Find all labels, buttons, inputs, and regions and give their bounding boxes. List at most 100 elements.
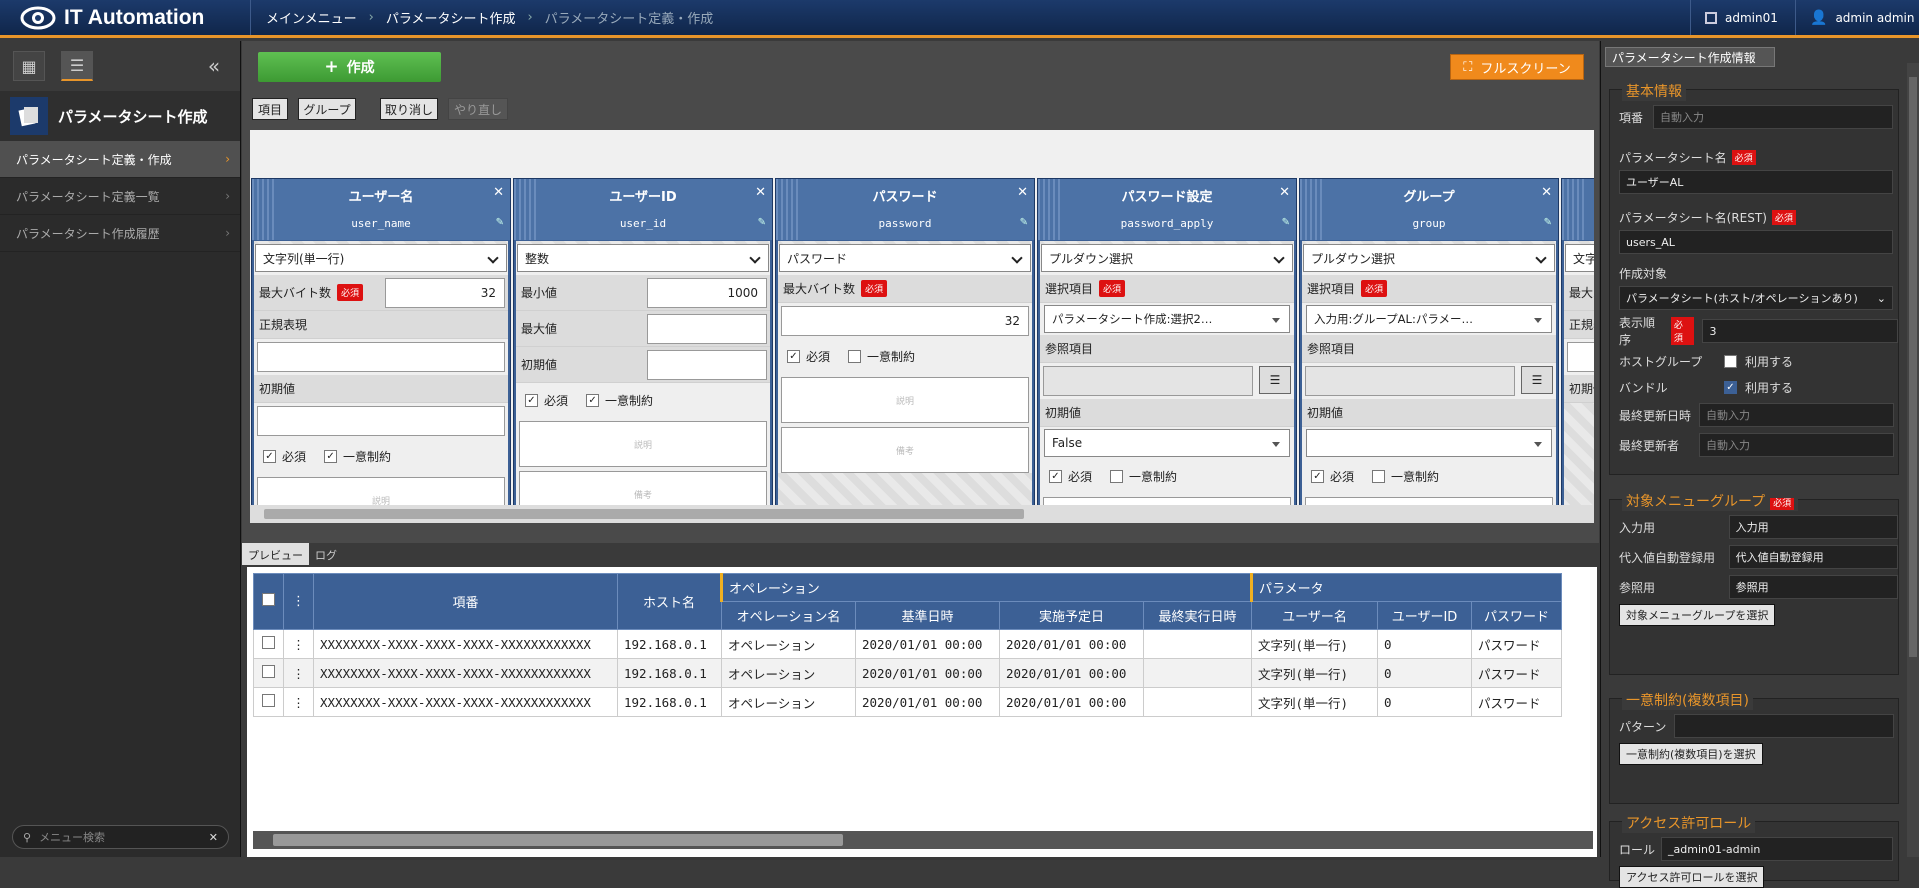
select-all-checkbox[interactable] (262, 593, 275, 606)
close-icon[interactable]: ✕ (1017, 185, 1028, 200)
edit-icon[interactable]: ✎ (496, 217, 504, 228)
panel-scrollbar[interactable] (1907, 63, 1919, 857)
column-user-id[interactable]: ユーザーID user_id ✕ ✎ 整数 最小値 1000 最大値 初期値 ✓ 必須 ✓ 一… (513, 178, 773, 523)
kebab-icon[interactable]: ⋮ (292, 637, 305, 652)
description-textarea[interactable]: 説明 (781, 377, 1029, 423)
required-checkbox[interactable]: ✓ (1049, 469, 1062, 483)
menu-search-input[interactable]: ⚲ メニュー検索 ✕ (12, 825, 229, 849)
column-group[interactable]: グループ group ✕ ✎ プルダウン選択 選択項目 必須 入力用:グループAL:パラ… (1299, 178, 1559, 523)
column-partial[interactable]: 文字 最大バ 正規表 初期値 (1561, 178, 1594, 523)
default-input[interactable] (257, 406, 505, 436)
unique-checkbox[interactable] (1372, 469, 1386, 483)
scroll-thumb[interactable] (264, 509, 1024, 519)
row-checkbox[interactable] (262, 636, 275, 649)
type-select[interactable]: 文字 (1565, 244, 1594, 272)
column-user-name[interactable]: ユーザー名 user_name ✕ ✎ 文字列(単一行) 最大バイト数 必須 32 正規表… (251, 178, 511, 523)
unique-checkbox[interactable] (1110, 469, 1124, 483)
workspace-menu[interactable]: admin01 (1690, 0, 1795, 35)
tab-log[interactable]: ログ (309, 543, 343, 565)
required-checkbox[interactable]: ✓ (1311, 469, 1324, 483)
grid-view-icon[interactable]: ▦ (13, 51, 45, 81)
header-last-run[interactable]: 最終実行日時 (1143, 601, 1252, 630)
select-item-select[interactable]: 入力用:グループAL:パラメー… (1306, 305, 1552, 333)
column-name[interactable]: パスワード (799, 186, 1011, 205)
default-select[interactable] (1306, 429, 1552, 457)
edit-icon[interactable]: ✎ (1020, 217, 1028, 228)
sheet-name-input[interactable]: ユーザーAL (1619, 170, 1893, 194)
regex-input[interactable] (1567, 342, 1594, 372)
board-scrollbar[interactable] (250, 505, 1594, 523)
maxbyte-input[interactable]: 32 (781, 306, 1029, 336)
drag-handle-icon[interactable] (514, 179, 537, 240)
user-menu[interactable]: 👤 admin admin (1795, 0, 1919, 35)
scroll-thumb[interactable] (273, 834, 843, 846)
close-icon[interactable]: ✕ (1541, 185, 1552, 200)
column-name[interactable]: ユーザーID (537, 186, 749, 205)
select-item-select[interactable]: パラメータシート作成:選択2… (1044, 305, 1290, 333)
note-textarea[interactable]: 備考 (781, 427, 1029, 473)
drag-handle-icon[interactable] (1300, 179, 1323, 240)
header-plan-date[interactable]: 実施予定日 (999, 601, 1144, 630)
sidebar-item-define-create[interactable]: パラメータシート定義・作成 › (0, 141, 240, 178)
select-unique-button[interactable]: 一意制約(複数項目)を選択 (1619, 743, 1763, 765)
unique-checkbox[interactable]: ✓ (324, 449, 338, 463)
tab-preview[interactable]: プレビュー (242, 543, 309, 565)
tab-sheet-info[interactable]: パラメータシート作成情報 (1605, 47, 1775, 67)
fullscreen-button[interactable]: ⛶ フルスクリーン (1450, 54, 1584, 80)
column-id[interactable]: password_apply (1061, 217, 1273, 230)
row-checkbox[interactable] (262, 665, 275, 678)
column-id[interactable]: user_id (537, 217, 749, 230)
edit-icon[interactable]: ✎ (758, 217, 766, 228)
type-select[interactable]: 整数 (517, 244, 769, 272)
collapse-sidebar-icon[interactable]: « (198, 51, 230, 81)
description-textarea[interactable]: 説明 (519, 421, 767, 467)
edit-icon[interactable]: ✎ (1282, 217, 1290, 228)
select-role-button[interactable]: アクセス許可ロールを選択 (1619, 866, 1765, 888)
order-input[interactable]: 3 (1702, 319, 1898, 343)
required-checkbox[interactable]: ✓ (787, 349, 800, 363)
column-name[interactable]: パスワード設定 (1061, 186, 1273, 205)
clear-icon[interactable]: ✕ (209, 831, 218, 844)
create-button[interactable]: + 作成 (258, 52, 441, 82)
header-op-name[interactable]: オペレーション名 (721, 601, 856, 630)
required-checkbox[interactable]: ✓ (525, 393, 538, 407)
header-password[interactable]: パスワード (1471, 601, 1562, 630)
app-logo[interactable]: IT Automation (20, 3, 204, 33)
column-id[interactable]: password (799, 217, 1011, 230)
required-checkbox[interactable]: ✓ (263, 449, 276, 463)
drag-handle-icon[interactable] (1038, 179, 1061, 240)
breadcrumb-param-sheet[interactable]: パラメータシート作成 (386, 8, 516, 27)
redo-button[interactable]: やり直し (448, 98, 508, 120)
default-input[interactable] (647, 349, 767, 380)
table-row[interactable]: ⋮ XXXXXXXX-XXXX-XXXX-XXXX-XXXXXXXXXXXX 1… (253, 629, 1562, 659)
maxbyte-input[interactable]: 32 (385, 277, 505, 308)
close-icon[interactable]: ✕ (1279, 185, 1290, 200)
header-host[interactable]: ホスト名 (617, 573, 722, 630)
type-select[interactable]: パスワード (779, 244, 1031, 272)
table-row[interactable]: ⋮ XXXXXXXX-XXXX-XXXX-XXXX-XXXXXXXXXXXX 1… (253, 687, 1562, 717)
edit-icon[interactable]: ✎ (1544, 217, 1552, 228)
breadcrumb-main-menu[interactable]: メインメニュー (266, 8, 357, 27)
table-row[interactable]: ⋮ XXXXXXXX-XXXX-XXXX-XXXX-XXXXXXXXXXXX 1… (253, 658, 1562, 688)
sidebar-item-define-list[interactable]: パラメータシート定義一覧 › (0, 178, 240, 215)
select-menu-group-button[interactable]: 対象メニューグループを選択 (1619, 604, 1776, 626)
default-select[interactable]: False (1044, 429, 1290, 457)
kebab-icon[interactable]: ⋮ (292, 666, 305, 681)
list-icon[interactable]: ☰ (1521, 366, 1553, 394)
header-user-id[interactable]: ユーザーID (1377, 601, 1472, 630)
drag-handle-icon[interactable] (252, 179, 275, 240)
max-input[interactable] (647, 313, 767, 344)
table-scrollbar[interactable] (253, 831, 1593, 849)
type-select[interactable]: 文字列(単一行) (255, 244, 507, 272)
scroll-thumb[interactable] (1909, 77, 1917, 657)
target-select[interactable]: パラメータシート(ホスト/オペレーションあり) ⌄ (1619, 286, 1893, 310)
list-view-icon[interactable]: ☰ (61, 51, 93, 81)
drag-handle-icon[interactable] (1562, 179, 1585, 240)
rest-name-input[interactable]: users_AL (1619, 230, 1893, 254)
column-password[interactable]: パスワード password ✕ ✎ パスワード 最大バイト数 必須 32 ✓ 必須 一意制… (775, 178, 1035, 523)
column-password-apply[interactable]: パスワード設定 password_apply ✕ ✎ プルダウン選択 選択項目 必須 パ… (1037, 178, 1297, 523)
add-group-button[interactable]: グループ (298, 98, 356, 120)
column-id[interactable]: user_name (275, 217, 487, 230)
drag-handle-icon[interactable] (776, 179, 799, 240)
bundle-checkbox[interactable]: ✓ (1724, 380, 1737, 394)
